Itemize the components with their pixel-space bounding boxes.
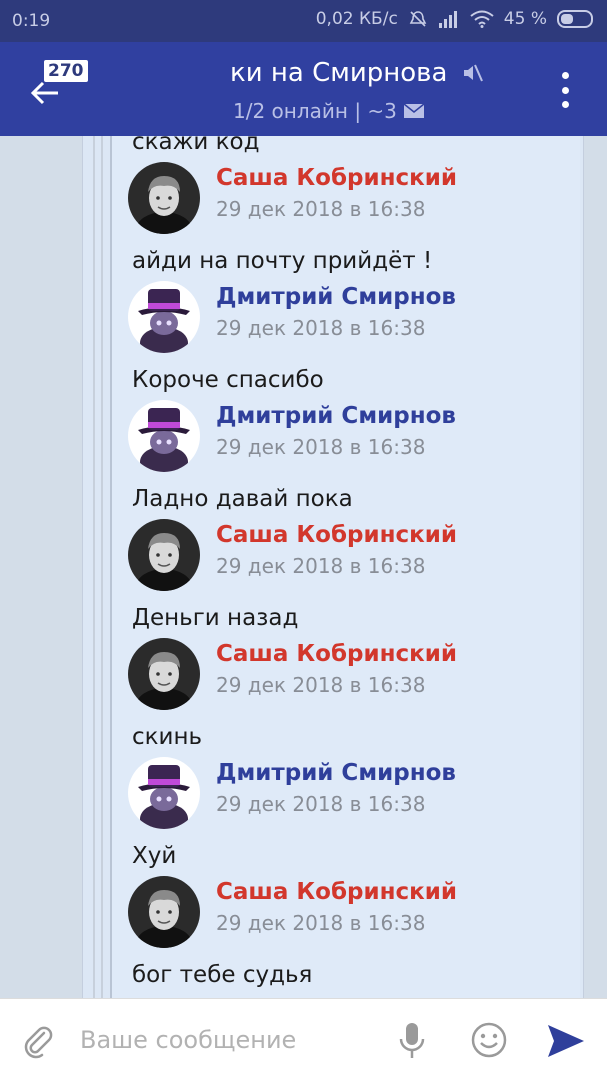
message-timestamp: 29 дек 2018 в 16:38	[216, 673, 426, 697]
status-bar: 0:19 0,02 КБ/с 45 %	[0, 0, 607, 42]
avatar[interactable]	[128, 162, 200, 234]
attach-icon[interactable]	[20, 1023, 56, 1059]
send-icon[interactable]	[546, 1023, 586, 1059]
more-dot-icon	[561, 86, 569, 94]
signal-icon	[438, 11, 457, 28]
online-status: 1/2 онлайн | ~3	[233, 99, 397, 123]
user-photo-icon	[128, 757, 200, 829]
message-author[interactable]: Дмитрий Смирнов	[216, 284, 456, 310]
message-text[interactable]: скинь	[132, 724, 202, 750]
message-timestamp: 29 дек 2018 в 16:38	[216, 792, 426, 816]
user-photo-icon	[128, 519, 200, 591]
more-dot-icon	[561, 72, 569, 79]
avatar[interactable]	[128, 400, 200, 472]
avatar[interactable]	[128, 281, 200, 353]
message-timestamp: 29 дек 2018 в 16:38	[216, 435, 426, 459]
message-text[interactable]: Деньги назад	[132, 605, 298, 631]
battery-percent: 45 %	[503, 9, 547, 29]
message-text[interactable]: айди на почту прийдёт !	[132, 248, 432, 274]
user-photo-icon	[128, 281, 200, 353]
avatar[interactable]	[128, 519, 200, 591]
message-author[interactable]: Дмитрий Смирнов	[216, 760, 456, 786]
message-input[interactable]	[80, 1021, 380, 1059]
message-author[interactable]: Саша Кобринский	[216, 879, 457, 905]
message-timestamp: 29 дек 2018 в 16:38	[216, 316, 426, 340]
message-text[interactable]: Хуй	[132, 843, 176, 869]
message-list[interactable]: скажи код Саша Кобринский 29 дек 2018 в 16…	[0, 136, 607, 998]
avatar[interactable]	[128, 876, 200, 948]
alarm-off-icon	[409, 11, 427, 27]
message-author[interactable]: Саша Кобринский	[216, 522, 457, 548]
status-time: 0:19	[12, 11, 51, 31]
status-icons: 0,02 КБ/с 45 %	[316, 9, 593, 29]
microphone-icon[interactable]	[398, 1021, 426, 1061]
battery-icon	[557, 10, 593, 28]
network-speed: 0,02 КБ/с	[315, 9, 398, 29]
envelope-icon	[403, 103, 425, 118]
message-author[interactable]: Дмитрий Смирнов	[216, 403, 456, 429]
wifi-icon	[470, 10, 494, 28]
message-text[interactable]: скажи код	[132, 136, 259, 155]
message-author[interactable]: Саша Кобринский	[216, 165, 457, 191]
unread-count-badge: 270	[44, 60, 88, 82]
message-text[interactable]: Ладно давай пока	[132, 486, 353, 512]
message-text[interactable]: бог тебе судья	[132, 962, 312, 988]
user-photo-icon	[128, 400, 200, 472]
avatar[interactable]	[128, 757, 200, 829]
more-dot-icon	[561, 101, 569, 108]
thread-divider	[101, 136, 103, 998]
more-menu-button[interactable]	[559, 72, 571, 108]
user-photo-icon	[128, 876, 200, 948]
chat-title-area[interactable]: ки на Смирнова	[230, 58, 484, 88]
message-author[interactable]: Саша Кобринский	[216, 641, 457, 667]
user-photo-icon	[128, 162, 200, 234]
emoji-icon[interactable]	[470, 1021, 508, 1059]
mute-icon	[464, 64, 484, 82]
message-timestamp: 29 дек 2018 в 16:38	[216, 554, 426, 578]
back-arrow-icon	[30, 81, 58, 105]
message-text[interactable]: Короче спасибо	[132, 367, 324, 393]
chat-title: ки на Смирнова	[230, 58, 448, 88]
message-timestamp: 29 дек 2018 в 16:38	[216, 911, 426, 935]
user-photo-icon	[128, 638, 200, 710]
avatar[interactable]	[128, 638, 200, 710]
app-bar: 270 ки на Смирнова 1/2 онлайн | ~3	[0, 42, 607, 136]
thread-divider	[93, 136, 95, 998]
message-timestamp: 29 дек 2018 в 16:38	[216, 197, 426, 221]
back-button[interactable]: 270	[22, 60, 102, 120]
message-composer	[0, 998, 607, 1080]
chat-subtitle: 1/2 онлайн | ~3	[233, 99, 425, 123]
